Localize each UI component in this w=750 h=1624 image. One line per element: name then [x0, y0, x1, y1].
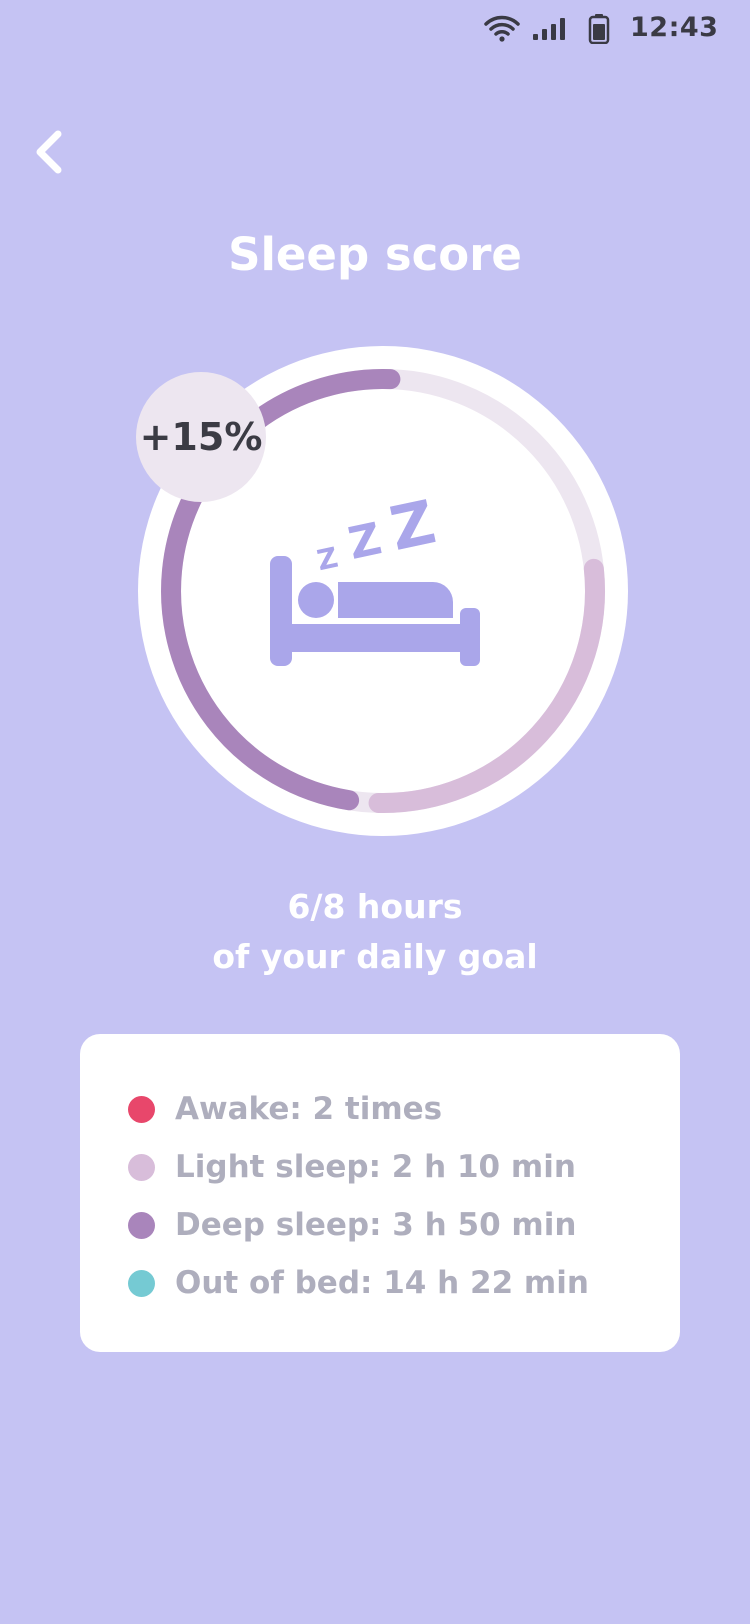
score-change-badge: +15% — [136, 372, 266, 502]
sleep-summary: 6/8 hours of your daily goal — [0, 882, 750, 982]
battery-icon — [588, 14, 610, 44]
legend-dot — [128, 1269, 155, 1297]
svg-text:Z: Z — [314, 541, 341, 578]
legend-label: Light sleep: 2 h 10 min — [175, 1149, 576, 1185]
legend-dot — [128, 1153, 155, 1181]
wifi-icon — [484, 15, 520, 42]
sleep-breakdown-card: Awake: 2 times Light sleep: 2 h 10 min D… — [80, 1034, 680, 1352]
hours-text: 6/8 hours — [287, 887, 463, 926]
legend-dot — [128, 1095, 155, 1123]
status-time: 12:43 — [630, 12, 719, 43]
sleeping-bed-icon: Z Z Z — [270, 496, 480, 666]
legend-item-light-sleep: Light sleep: 2 h 10 min — [128, 1138, 589, 1196]
signal-icon — [533, 18, 565, 40]
sleep-score-ring: Z Z Z +15% — [136, 346, 628, 836]
legend-item-awake: Awake: 2 times — [128, 1080, 589, 1138]
goal-text: of your daily goal — [212, 937, 538, 976]
legend-item-out-of-bed: Out of bed: 14 h 22 min — [128, 1254, 589, 1312]
legend-label: Awake: 2 times — [175, 1091, 443, 1127]
back-button[interactable] — [26, 120, 74, 184]
svg-text:Z: Z — [384, 496, 441, 565]
legend-dot — [128, 1211, 155, 1239]
page-title: Sleep score — [228, 228, 522, 281]
sleep-legend: Awake: 2 times Light sleep: 2 h 10 min D… — [128, 1080, 589, 1312]
chevron-left-icon — [36, 130, 62, 174]
legend-item-deep-sleep: Deep sleep: 3 h 50 min — [128, 1196, 589, 1254]
legend-label: Deep sleep: 3 h 50 min — [175, 1207, 577, 1243]
status-bar: 12:43 — [0, 0, 750, 60]
svg-text:Z: Z — [344, 513, 386, 570]
legend-label: Out of bed: 14 h 22 min — [175, 1265, 589, 1301]
